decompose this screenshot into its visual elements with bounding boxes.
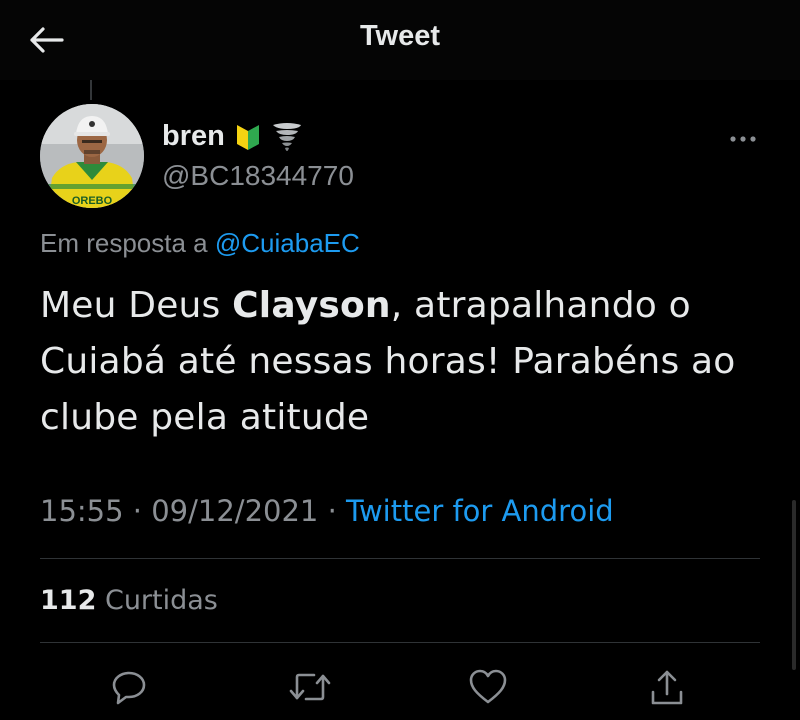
display-name: bren: [162, 120, 225, 152]
reply-context: Em resposta a @CuiabaEC: [40, 228, 360, 259]
divider-bottom: [40, 642, 760, 643]
beginner-symbol-icon: [236, 124, 259, 150]
avatar[interactable]: OREBO: [40, 104, 144, 208]
tweet-time[interactable]: 15:55: [40, 494, 124, 528]
tweet-date[interactable]: 09/12/2021: [151, 494, 318, 528]
retweet-button[interactable]: [282, 664, 331, 712]
likes-count: 112: [40, 585, 97, 616]
top-bar: Tweet: [0, 0, 800, 80]
meta-separator-2: ·: [327, 494, 337, 528]
retweet-icon: [289, 673, 331, 701]
like-icon: [469, 669, 507, 704]
tweet-source-link[interactable]: Twitter for Android: [346, 494, 614, 528]
tweet-text-start: Meu Deus: [40, 285, 233, 326]
jersey-text: OREBO: [72, 195, 113, 207]
thread-connector-line: [90, 80, 92, 100]
divider-top: [40, 558, 760, 559]
author-name-row[interactable]: bren: [162, 120, 303, 153]
reply-button[interactable]: [104, 664, 152, 712]
more-horizontal-icon: [730, 136, 756, 142]
reply-mention-link[interactable]: @CuiabaEC: [215, 228, 360, 258]
scrollbar[interactable]: [792, 500, 796, 670]
meta-separator: ·: [132, 494, 143, 528]
user-handle[interactable]: @BC18344770: [162, 160, 354, 192]
page-title: Tweet: [359, 20, 441, 52]
tornado-icon: [272, 122, 301, 151]
like-button[interactable]: [462, 664, 510, 712]
tweet-text: Meu Deus Clayson, atrapalhando o Cuiabá …: [40, 278, 760, 446]
reply-prefix: Em resposta a: [40, 228, 208, 258]
more-options-button[interactable]: [718, 122, 768, 156]
share-icon: [651, 670, 683, 705]
share-button[interactable]: [642, 664, 690, 712]
avatar-photo: OREBO: [40, 104, 144, 208]
likes-stat[interactable]: 112 Curtidas: [40, 585, 218, 616]
tweet-meta: 15:55 · 09/12/2021 · Twitter for Android: [40, 494, 614, 528]
likes-label: Curtidas: [104, 585, 218, 616]
tweet-text-bold: Clayson: [232, 285, 391, 326]
reply-icon: [112, 671, 146, 705]
